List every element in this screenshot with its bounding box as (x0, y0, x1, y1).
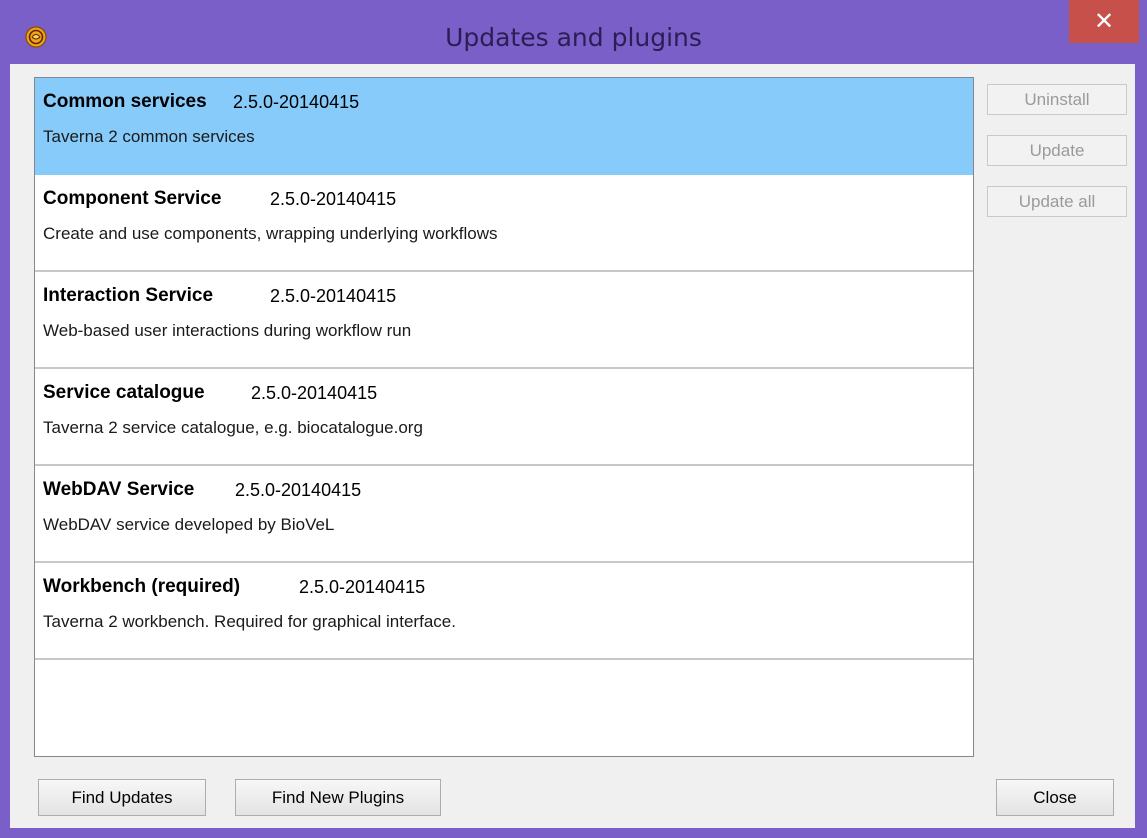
plugin-item-webdav-service[interactable]: WebDAV Service 2.5.0-20140415 WebDAV ser… (35, 466, 973, 563)
plugin-version: 2.5.0-20140415 (251, 383, 378, 403)
plugin-version: 2.5.0-20140415 (235, 480, 362, 500)
plugin-name: Interaction Service (43, 285, 214, 306)
plugin-version: 2.5.0-20140415 (233, 92, 360, 112)
plugin-item-interaction-service[interactable]: Interaction Service 2.5.0-20140415 Web-b… (35, 272, 973, 369)
plugin-version: 2.5.0-20140415 (270, 189, 397, 209)
close-button[interactable]: Close (996, 779, 1114, 816)
plugin-item-component-service[interactable]: Component Service 2.5.0-20140415 Create … (35, 175, 973, 272)
plugin-item-service-catalogue[interactable]: Service catalogue 2.5.0-20140415 Taverna… (35, 369, 973, 466)
plugin-name: Service catalogue (43, 382, 205, 403)
plugin-description: WebDAV service developed by BioVeL (43, 515, 335, 534)
plugin-description: Web-based user interactions during workf… (43, 321, 412, 340)
update-button[interactable]: Update (987, 135, 1127, 166)
plugin-version: 2.5.0-20140415 (299, 577, 426, 597)
close-icon: ✕ (1093, 7, 1115, 35)
find-new-plugins-button[interactable]: Find New Plugins (235, 779, 441, 816)
window-close-button[interactable]: ✕ (1069, 0, 1139, 43)
plugin-description: Taverna 2 service catalogue, e.g. biocat… (43, 418, 423, 437)
plugin-description: Taverna 2 common services (43, 127, 255, 146)
plugin-name: Component Service (43, 188, 222, 209)
plugin-name: WebDAV Service (43, 479, 195, 500)
plugin-version: 2.5.0-20140415 (270, 286, 397, 306)
plugin-item-workbench[interactable]: Workbench (required) 2.5.0-20140415 Tave… (35, 563, 973, 660)
uninstall-button[interactable]: Uninstall (987, 84, 1127, 115)
plugin-list[interactable]: Common services 2.5.0-20140415 Taverna 2… (34, 77, 974, 757)
plugin-description: Create and use components, wrapping unde… (43, 224, 498, 243)
plugin-name: Common services (43, 91, 207, 112)
dialog-body: Common services 2.5.0-20140415 Taverna 2… (10, 64, 1135, 828)
plugin-item-common-services[interactable]: Common services 2.5.0-20140415 Taverna 2… (35, 78, 973, 175)
find-updates-button[interactable]: Find Updates (38, 779, 206, 816)
update-all-button[interactable]: Update all (987, 186, 1127, 217)
window-title: Updates and plugins (445, 23, 702, 52)
plugin-description: Taverna 2 workbench. Required for graphi… (43, 612, 456, 631)
updates-plugins-window: Updates and plugins ✕ Common services 2.… (0, 0, 1147, 838)
plugin-name: Workbench (required) (43, 576, 241, 597)
